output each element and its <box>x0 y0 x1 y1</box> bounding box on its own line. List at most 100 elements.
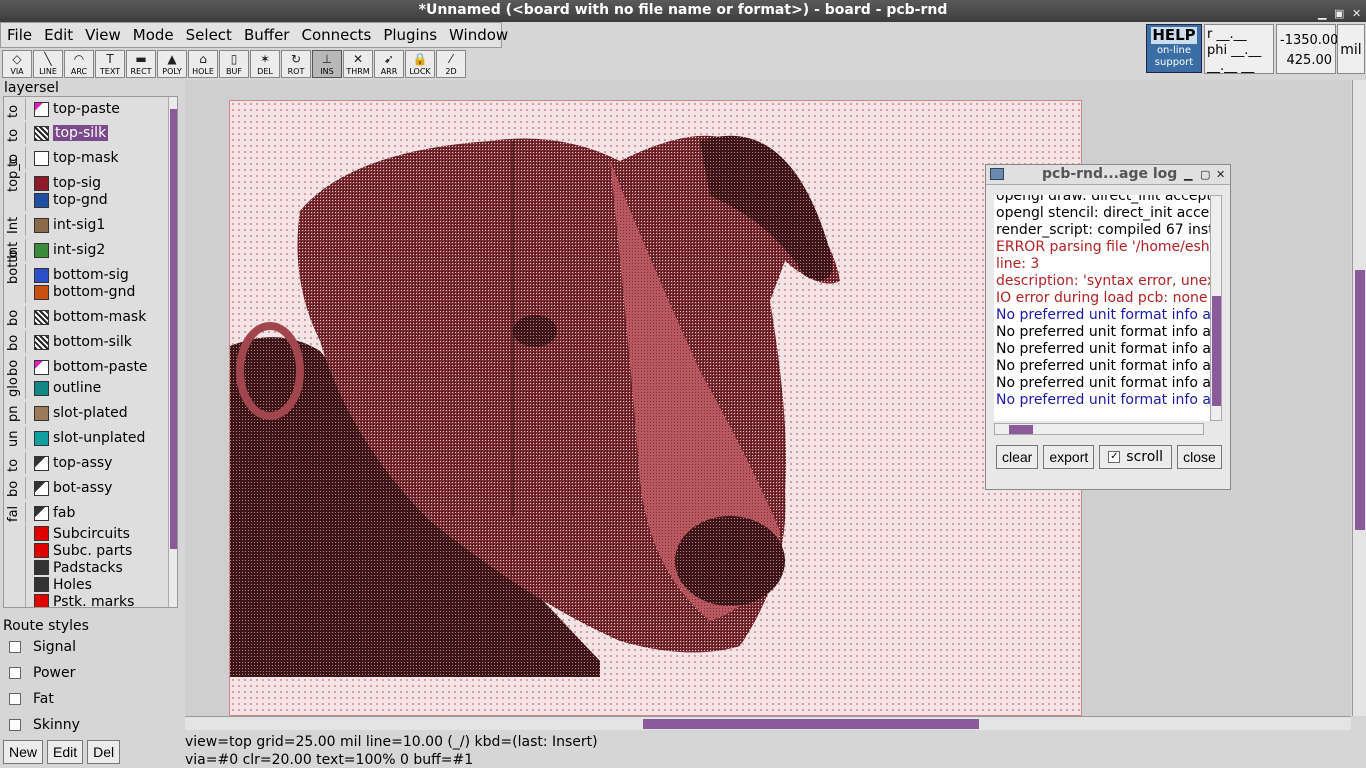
route-style-radio[interactable] <box>9 667 21 679</box>
menu-plugins[interactable]: Plugins <box>377 26 443 44</box>
virtual-layer-row[interactable]: Subc. parts <box>4 542 162 559</box>
menu-select[interactable]: Select <box>180 26 238 44</box>
tool-hole-button[interactable]: ⌂ HOLE <box>188 50 218 78</box>
units-toggle-button[interactable]: mil <box>1337 24 1365 74</box>
layer-color-swatch[interactable] <box>34 359 49 375</box>
layer-group-tab[interactable]: un <box>4 427 26 449</box>
log-minimize-icon[interactable]: ▁ <box>1184 165 1192 184</box>
log-text-area[interactable]: opengl draw: direct_init accepted opengl … <box>994 195 1210 421</box>
virtual-layer-name[interactable]: Padstacks <box>53 560 123 576</box>
layer-color-swatch[interactable] <box>34 480 49 496</box>
layer-name[interactable]: bottom-mask <box>53 309 146 325</box>
tool-rot-button[interactable]: ↻ ROT <box>281 50 311 78</box>
delete-route-style-button[interactable]: Del <box>87 740 121 764</box>
help-button[interactable]: HELP on-line support <box>1146 24 1202 73</box>
layer-name[interactable]: bottom-silk <box>53 334 132 350</box>
layer-name[interactable]: bot-assy <box>53 480 112 496</box>
route-style-power[interactable]: Power <box>3 660 179 686</box>
layer-group-tab[interactable]: Int <box>4 214 26 236</box>
layer-scrollbar[interactable] <box>168 97 177 607</box>
tool-thrm-button[interactable]: ✕ THRM <box>343 50 373 78</box>
layer-color-swatch[interactable] <box>34 217 49 233</box>
layer-row-outline[interactable]: glo outline <box>4 377 162 399</box>
layer-row-top-gnd[interactable]: top-gnd <box>4 189 162 211</box>
layer-group-tab[interactable]: to <box>4 452 26 474</box>
log-titlebar[interactable]: pcb-rnd...age log ▁ ▢ ✕ <box>986 165 1230 185</box>
layer-name[interactable]: slot-plated <box>53 405 128 421</box>
layer-color-swatch[interactable] <box>34 101 49 117</box>
menu-edit[interactable]: Edit <box>38 26 79 44</box>
layer-color-swatch[interactable] <box>34 150 49 166</box>
export-button[interactable]: export <box>1043 445 1095 469</box>
route-style-fat[interactable]: Fat <box>3 686 179 712</box>
virtual-layer-name[interactable]: Holes <box>53 577 92 593</box>
layer-name[interactable]: bottom-gnd <box>53 284 135 300</box>
log-vertical-scrollbar[interactable] <box>1210 195 1222 421</box>
tool-del-button[interactable]: ✶ DEL <box>250 50 280 78</box>
tool-arc-button[interactable]: ◠ ARC <box>64 50 94 78</box>
layer-row-slot-unplated[interactable]: un slot-unplated <box>4 427 162 449</box>
route-style-skinny[interactable]: Skinny <box>3 712 179 738</box>
canvas-hscroll-thumb[interactable] <box>643 719 979 729</box>
log-maximize-icon[interactable]: ▢ <box>1200 165 1210 184</box>
layer-row-bottom-silk[interactable]: bo bottom-silk <box>4 331 162 353</box>
board-area[interactable] <box>229 100 1082 716</box>
close-icon[interactable]: ✕ <box>1352 3 1361 24</box>
tool-via-button[interactable]: ◇ VIA <box>2 50 32 78</box>
layer-color-swatch[interactable] <box>34 405 49 421</box>
layer-name[interactable]: fab <box>53 505 75 521</box>
menu-buffer[interactable]: Buffer <box>238 26 296 44</box>
layer-row-top-assy[interactable]: to top-assy <box>4 452 162 474</box>
tool-buf-button[interactable]: ▯ BUF <box>219 50 249 78</box>
layer-name[interactable]: top-gnd <box>53 192 108 208</box>
edit-route-style-button[interactable]: Edit <box>47 740 84 764</box>
scroll-toggle[interactable]: ✓ scroll <box>1099 445 1173 469</box>
canvas-horizontal-scrollbar[interactable] <box>185 716 1351 730</box>
layer-color-swatch[interactable] <box>34 192 49 208</box>
menu-connects[interactable]: Connects <box>295 26 377 44</box>
tool-poly-button[interactable]: ▲ POLY <box>157 50 187 78</box>
layer-row-top-silk[interactable]: to top-silk <box>4 122 162 144</box>
tool-rect-button[interactable]: ▬ RECT <box>126 50 156 78</box>
layer-name[interactable]: top-paste <box>53 101 120 117</box>
virtual-layer-row[interactable]: Padstacks <box>4 559 162 576</box>
scroll-checkbox[interactable]: ✓ <box>1108 451 1121 463</box>
route-style-signal[interactable]: Signal <box>3 634 179 660</box>
clear-button[interactable]: clear <box>996 445 1039 469</box>
layer-color-swatch[interactable] <box>34 284 49 300</box>
layer-name[interactable]: top-assy <box>53 455 112 471</box>
virtual-layer-row[interactable]: Subcircuits <box>4 525 162 542</box>
layer-color-swatch[interactable] <box>34 430 49 446</box>
layer-name[interactable]: bottom-paste <box>53 359 148 375</box>
log-vscroll-thumb[interactable] <box>1212 296 1221 406</box>
layer-name[interactable]: top-mask <box>53 150 119 166</box>
layer-group-tab[interactable]: bo <box>4 356 26 378</box>
layer-color-swatch[interactable] <box>34 309 49 325</box>
log-close-icon[interactable]: ✕ <box>1216 165 1225 184</box>
layer-group-tab[interactable]: fal <box>4 502 26 524</box>
layer-color-swatch[interactable] <box>34 334 49 350</box>
menu-mode[interactable]: Mode <box>127 26 180 44</box>
layer-name[interactable]: int-sig1 <box>53 217 105 233</box>
minimize-icon[interactable]: ▁ <box>1318 3 1326 24</box>
layer-group-tab[interactable]: bo <box>4 306 26 328</box>
layer-name[interactable]: int-sig2 <box>53 242 105 258</box>
layer-group-tab[interactable]: bo <box>4 477 26 499</box>
layer-row-bot-assy[interactable]: bo bot-assy <box>4 477 162 499</box>
layer-color-swatch[interactable] <box>34 577 49 592</box>
new-route-style-button[interactable]: New <box>3 740 44 764</box>
maximize-icon[interactable]: ▣ <box>1334 3 1344 24</box>
tool-text-button[interactable]: T TEXT <box>95 50 125 78</box>
layer-color-swatch[interactable] <box>34 594 49 607</box>
layer-row-bottom-paste[interactable]: bo bottom-paste <box>4 356 162 378</box>
layer-color-swatch[interactable] <box>34 543 49 558</box>
layer-row-fab[interactable]: fal fab <box>4 502 162 524</box>
virtual-layer-row[interactable]: Pstk. marks <box>4 593 162 607</box>
layer-group-tab[interactable] <box>4 281 26 303</box>
layer-color-swatch[interactable] <box>34 125 49 141</box>
layer-color-swatch[interactable] <box>34 380 49 396</box>
layer-row-int-sig2[interactable]: Int int-sig2 <box>4 239 162 261</box>
layer-row-bottom-gnd[interactable]: bottom-gnd <box>4 281 162 303</box>
layer-scroll-thumb[interactable] <box>170 109 177 549</box>
menu-file[interactable]: File <box>1 26 38 44</box>
